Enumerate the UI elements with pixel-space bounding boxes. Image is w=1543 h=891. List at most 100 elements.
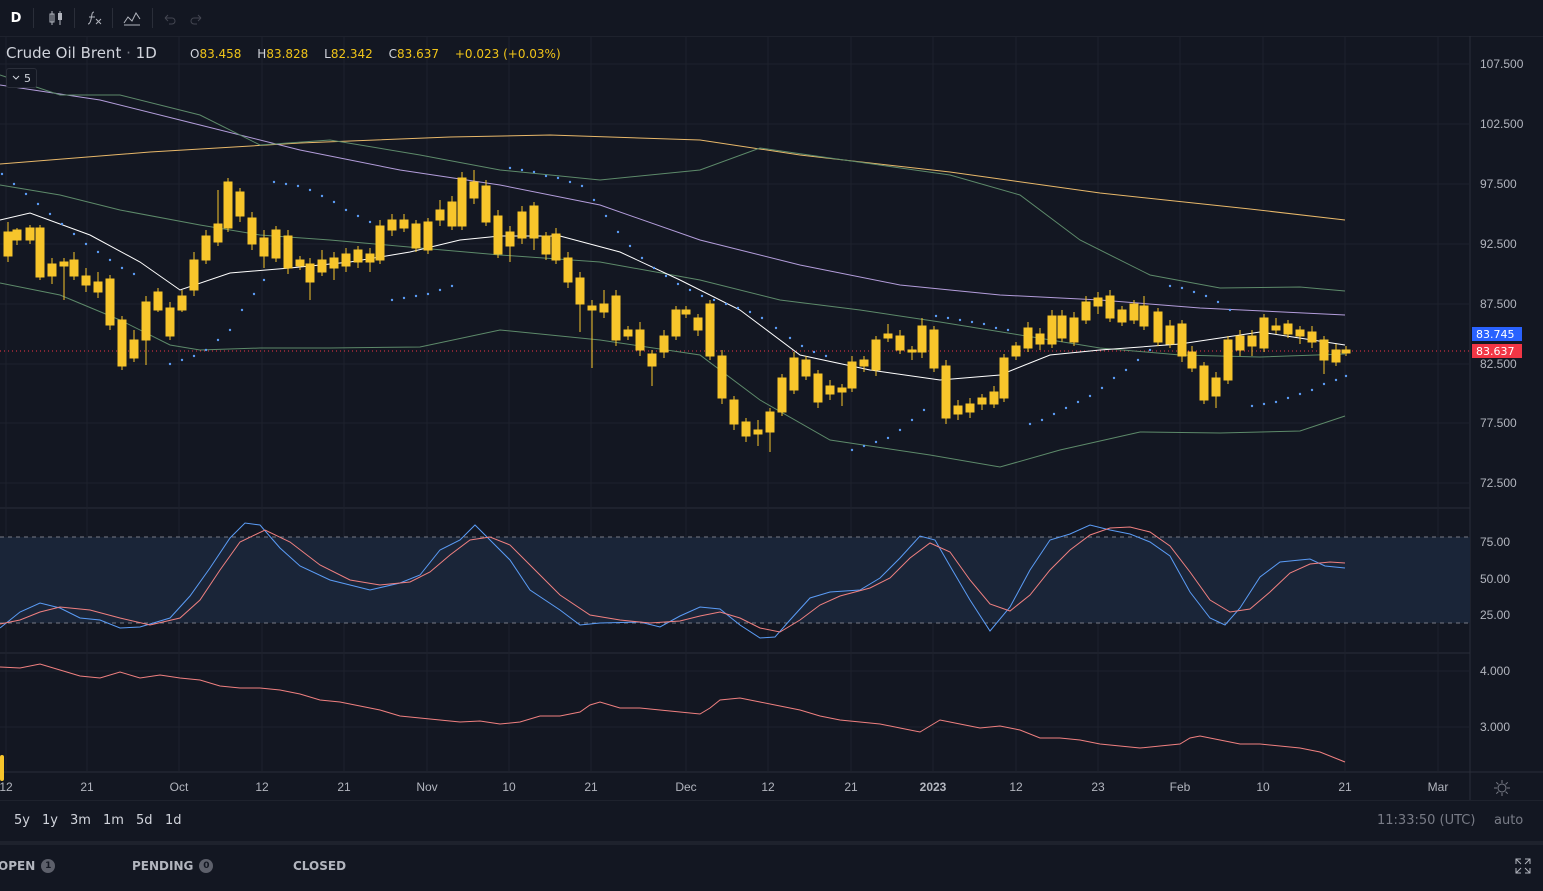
candle-body xyxy=(837,387,847,393)
candle-body xyxy=(1093,297,1103,307)
candle-body xyxy=(1295,329,1305,337)
indicators-count: 5 xyxy=(24,71,31,85)
price-axis-label: 97.500 xyxy=(1480,177,1517,191)
candles-icon[interactable] xyxy=(40,0,72,36)
time-axis-label: 12 xyxy=(0,780,13,794)
sar-dot xyxy=(1148,348,1152,352)
sar-dot xyxy=(1262,402,1266,406)
sar-dot xyxy=(1028,422,1032,426)
price-axis-label: 87.500 xyxy=(1480,297,1517,311)
sar-dot xyxy=(862,444,866,448)
sar-dot xyxy=(1006,328,1010,332)
candle-body xyxy=(859,359,869,367)
range-1m-button[interactable]: 1m xyxy=(103,813,124,828)
fx-icon[interactable] xyxy=(78,0,110,36)
sar-dot xyxy=(344,208,348,212)
candle-body xyxy=(741,421,751,437)
sar-dot xyxy=(1250,404,1254,408)
sar-dot xyxy=(1136,358,1140,362)
sar-dot xyxy=(168,362,172,366)
candle-body xyxy=(551,233,561,261)
chart-area[interactable]: 12 21 Oct 12 21 Nov 10 21 Dec 12 21 2023 12 23 Feb 10 21… xyxy=(0,36,1543,800)
time-axis-label: 12 xyxy=(761,780,775,794)
candle-body xyxy=(1035,333,1045,345)
time-axis-label: 12 xyxy=(255,780,269,794)
gear-icon[interactable] xyxy=(1493,779,1511,797)
candle-body xyxy=(541,235,551,255)
sar-dot xyxy=(12,182,16,186)
toolbar-divider xyxy=(112,8,113,28)
maximize-icon[interactable] xyxy=(1514,857,1532,875)
range-1d-button[interactable]: 1d xyxy=(165,813,182,828)
range-3m-button[interactable]: 3m xyxy=(70,813,91,828)
candle-body xyxy=(411,223,421,249)
candle-body xyxy=(177,295,187,311)
candle-body xyxy=(1247,335,1257,347)
indicators-toggle-button[interactable]: 5 xyxy=(6,68,37,88)
candle-body xyxy=(989,391,999,405)
undo-icon[interactable] xyxy=(156,0,182,36)
time-axis-label: 21 xyxy=(584,780,598,794)
candle-body xyxy=(153,291,163,311)
candle-body xyxy=(223,181,233,229)
low-value: 82.342 xyxy=(330,47,373,61)
candle-body xyxy=(693,317,703,331)
candle-body xyxy=(365,253,375,263)
indicators-icon[interactable] xyxy=(116,0,148,36)
range-bar: 5y 1y 3m 1m 5d 1d 11:33:50 (UTC) auto xyxy=(0,800,1543,841)
tab-pending[interactable]: PENDING 0 xyxy=(132,859,214,873)
sar-dot xyxy=(812,350,816,354)
redo-icon[interactable] xyxy=(184,0,210,36)
sar-dot xyxy=(910,418,914,422)
sar-dot xyxy=(1286,396,1290,400)
sar-dot xyxy=(922,408,926,412)
auto-scale-button[interactable]: auto xyxy=(1494,813,1523,828)
range-1y-button[interactable]: 1y xyxy=(42,813,58,828)
candle-body xyxy=(329,257,339,269)
candle-body xyxy=(1153,311,1163,343)
left-edge-marker xyxy=(0,755,4,781)
time-axis-label: Dec xyxy=(675,780,696,794)
candle-body xyxy=(623,329,633,337)
candle-body xyxy=(1069,317,1079,343)
sar-dot xyxy=(970,320,974,324)
sar-dot xyxy=(1180,286,1184,290)
range-5y-button[interactable]: 5y xyxy=(14,813,30,828)
sar-dot xyxy=(616,230,620,234)
candle-body xyxy=(1283,323,1293,335)
sar-dot xyxy=(628,244,632,248)
change-value: +0.023 (+0.03%) xyxy=(454,47,561,61)
sar-dot xyxy=(724,302,728,306)
clock[interactable]: 11:33:50 (UTC) xyxy=(1377,813,1475,828)
sar-dot xyxy=(886,436,890,440)
sar-dot xyxy=(688,288,692,292)
sar-dot xyxy=(640,256,644,260)
sar-dot xyxy=(556,176,560,180)
candle-body xyxy=(259,237,269,257)
candle-body xyxy=(1331,349,1341,363)
sar-dot xyxy=(438,288,442,292)
open-value: 83.458 xyxy=(199,47,242,61)
sar-dot xyxy=(568,180,572,184)
symbol-name[interactable]: Crude Oil Brent xyxy=(6,44,121,62)
sar-dot xyxy=(1064,406,1068,410)
sar-dot xyxy=(1076,400,1080,404)
candle-body xyxy=(235,191,245,217)
time-axis-label: 21 xyxy=(337,780,351,794)
interval-button[interactable]: D xyxy=(0,0,32,36)
candle-body xyxy=(659,335,669,353)
sar-dot xyxy=(874,440,878,444)
sar-dot xyxy=(982,322,986,326)
tab-open[interactable]: OPEN 1 xyxy=(0,859,56,873)
candle-body xyxy=(423,221,433,251)
sar-dot xyxy=(402,296,406,300)
candle-body xyxy=(587,305,597,311)
tab-closed[interactable]: CLOSED xyxy=(293,859,346,873)
candle-body xyxy=(283,235,293,269)
candle-body xyxy=(165,307,175,337)
range-5d-button[interactable]: 5d xyxy=(136,813,153,828)
price-chart-canvas[interactable]: 12 21 Oct 12 21 Nov 10 21 Dec 12 21 2023 12 23 Feb 10 21… xyxy=(0,36,1543,800)
price-axis-label: 77.500 xyxy=(1480,416,1517,430)
candle-body xyxy=(69,259,79,277)
sar-dot xyxy=(774,326,778,330)
